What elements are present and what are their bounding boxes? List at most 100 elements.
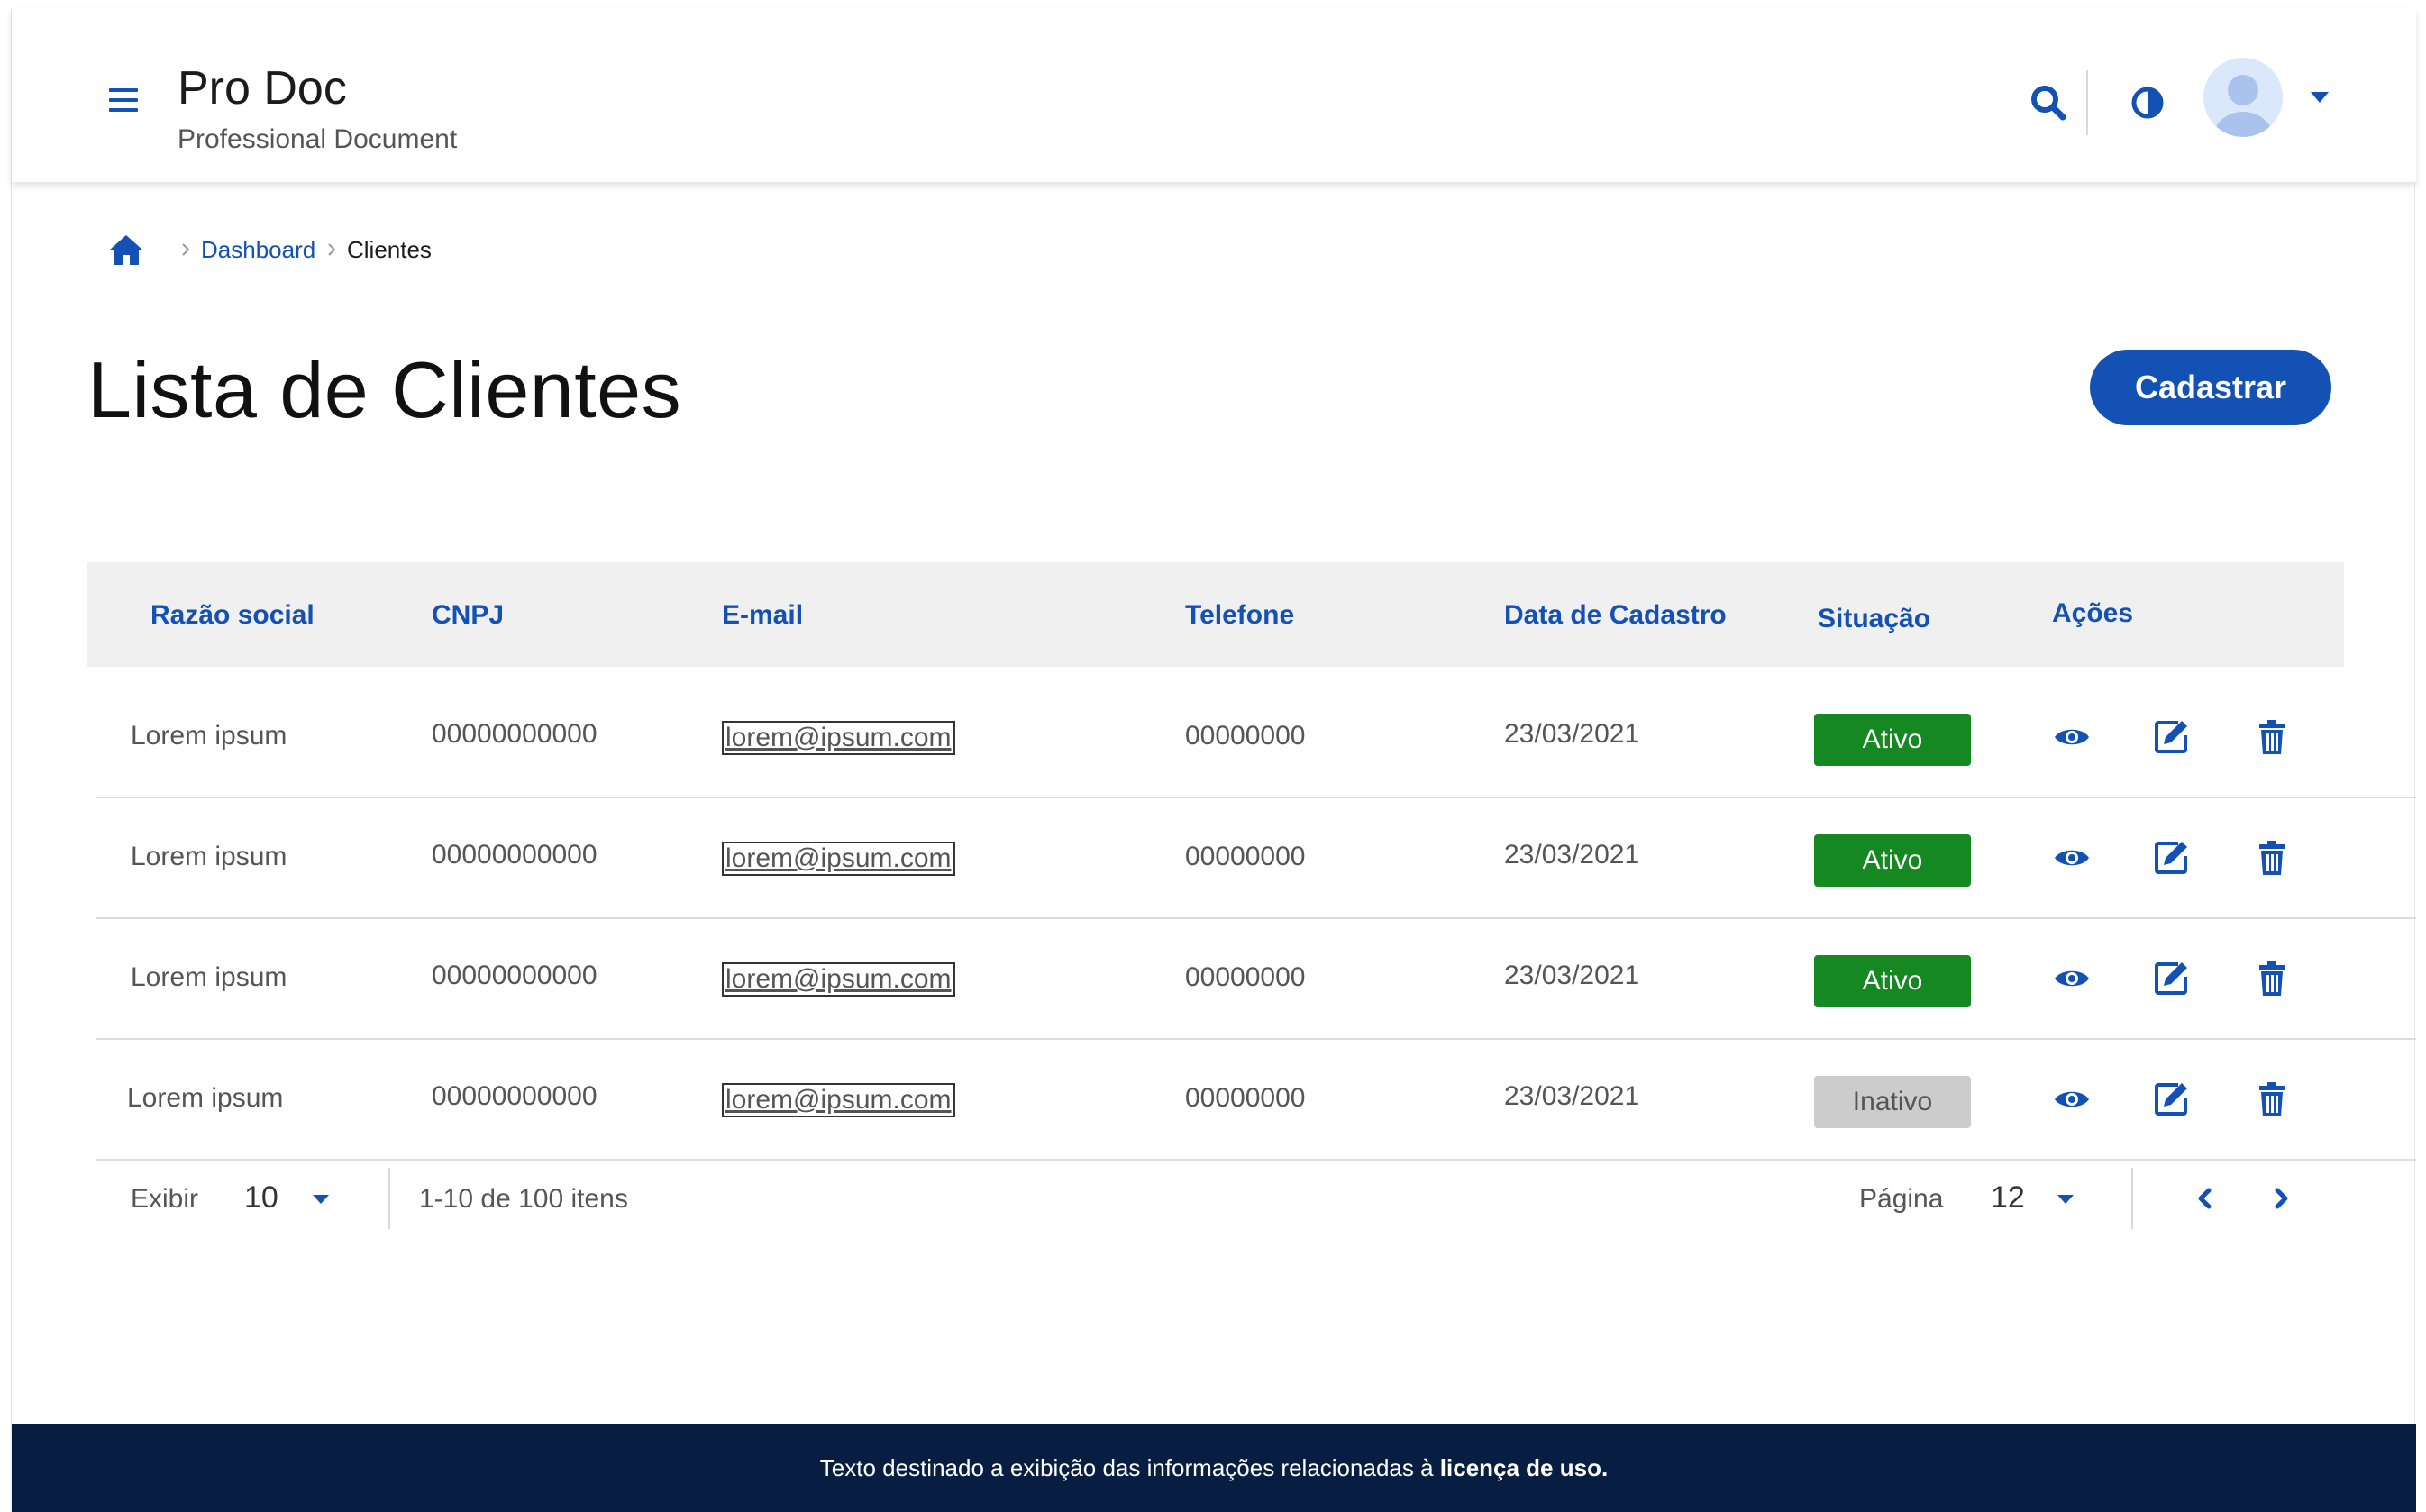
column-header-razao-social[interactable]: Razão social xyxy=(150,600,315,631)
cell-cnpj: 00000000000 xyxy=(432,1081,597,1111)
delete-button[interactable] xyxy=(2252,959,2292,998)
home-icon xyxy=(110,235,142,265)
eye-icon xyxy=(2055,729,2089,745)
hamburger-icon-line xyxy=(109,108,138,112)
hamburger-icon xyxy=(109,88,138,92)
table-row: Lorem ipsum 00000000000 lorem@ipsum.com 000… xyxy=(87,678,2416,798)
cell-data-cadastro: 23/03/2021 xyxy=(1504,1081,1640,1111)
cadastrar-button[interactable]: Cadastrar xyxy=(2090,350,2331,425)
search-icon xyxy=(2031,86,2066,121)
hamburger-icon-line xyxy=(109,98,138,102)
page-size-label: Exibir xyxy=(131,1184,199,1214)
column-header-data-cadastro[interactable]: Data de Cadastro xyxy=(1504,600,1727,631)
eye-icon xyxy=(2055,970,2089,987)
cell-razao-social: Lorem ipsum xyxy=(127,1083,284,1113)
app-subtitle: Professional Document xyxy=(178,124,458,154)
avatar-menu-toggle[interactable] xyxy=(2308,90,2331,105)
cell-cnpj: 00000000000 xyxy=(432,840,597,870)
cell-data-cadastro: 23/03/2021 xyxy=(1504,840,1640,870)
cell-email-link[interactable]: lorem@ipsum.com xyxy=(722,962,955,997)
view-button[interactable] xyxy=(2052,838,2092,878)
edit-button[interactable] xyxy=(2151,1079,2191,1119)
footer-text: Texto destinado a exibição das informaçõ… xyxy=(819,1454,1434,1481)
page-title: Lista de Clientes xyxy=(87,345,682,434)
edit-icon xyxy=(2155,962,2187,995)
delete-button[interactable] xyxy=(2252,1079,2292,1119)
trash-icon xyxy=(2259,720,2285,754)
cell-razao-social: Lorem ipsum xyxy=(131,842,287,871)
edit-icon xyxy=(2155,1083,2187,1116)
caret-down-icon xyxy=(2311,92,2329,103)
menu-button[interactable] xyxy=(109,88,140,114)
cell-cnpj: 00000000000 xyxy=(432,719,597,749)
avatar[interactable] xyxy=(2203,58,2283,137)
pagination-divider xyxy=(2131,1168,2133,1229)
cell-data-cadastro: 23/03/2021 xyxy=(1504,719,1640,749)
chevron-right-icon xyxy=(328,243,336,256)
pagination-divider xyxy=(388,1168,390,1229)
table-header: Razão social CNPJ E-mail Telefone Data d… xyxy=(87,562,2344,667)
view-button[interactable] xyxy=(2052,717,2092,757)
column-header-acoes: Ações xyxy=(2052,598,2134,628)
delete-button[interactable] xyxy=(2252,717,2292,757)
cell-razao-social: Lorem ipsum xyxy=(131,962,287,992)
current-page-value[interactable]: 12 xyxy=(1991,1180,2025,1216)
table-row: Lorem ipsum 00000000000 lorem@ipsum.com 000… xyxy=(87,919,2416,1040)
table-row: Lorem ipsum 00000000000 lorem@ipsum.com 000… xyxy=(87,1040,2416,1161)
page-select-caret-down-icon[interactable] xyxy=(2056,1193,2075,1206)
delete-button[interactable] xyxy=(2252,838,2292,878)
status-badge: Ativo xyxy=(1814,714,1971,766)
cell-data-cadastro: 23/03/2021 xyxy=(1504,961,1640,990)
user-avatar-icon xyxy=(2214,75,2272,137)
column-header-situacao[interactable]: Situação xyxy=(1818,604,1930,634)
edit-button[interactable] xyxy=(2151,959,2191,998)
column-header-telefone[interactable]: Telefone xyxy=(1185,600,1294,631)
page-label: Página xyxy=(1859,1184,1944,1214)
cell-telefone: 00000000 xyxy=(1185,1083,1306,1113)
edit-icon xyxy=(2155,721,2187,753)
breadcrumb-home[interactable] xyxy=(107,232,145,267)
edit-icon xyxy=(2155,842,2187,874)
cell-telefone: 00000000 xyxy=(1185,721,1306,751)
status-badge: Inativo xyxy=(1814,1076,1971,1128)
eye-icon xyxy=(2055,850,2089,866)
app-header: Pro Doc Professional Document xyxy=(12,9,2416,182)
cell-email-link[interactable]: lorem@ipsum.com xyxy=(722,842,955,876)
contrast-icon xyxy=(2131,87,2164,119)
cell-email-link[interactable]: lorem@ipsum.com xyxy=(722,1083,955,1117)
footer: Texto destinado a exibição das informaçõ… xyxy=(12,1424,2416,1512)
page-size-value[interactable]: 10 xyxy=(244,1180,278,1216)
breadcrumb-dashboard-link[interactable]: Dashboard xyxy=(201,236,315,264)
eye-icon xyxy=(2055,1091,2089,1107)
pagination: Exibir 10 1-10 de 100 itens Página 12 xyxy=(87,1155,2344,1242)
status-badge: Ativo xyxy=(1814,834,1971,887)
footer-license-link[interactable]: licença de uso. xyxy=(1440,1454,1608,1481)
header-divider xyxy=(2086,70,2088,135)
view-button[interactable] xyxy=(2052,1079,2092,1119)
column-header-cnpj[interactable]: CNPJ xyxy=(432,600,504,631)
previous-page-icon[interactable] xyxy=(2191,1184,2220,1213)
column-header-email[interactable]: E-mail xyxy=(722,600,803,631)
cell-telefone: 00000000 xyxy=(1185,842,1306,871)
trash-icon xyxy=(2259,1082,2285,1116)
cell-telefone: 00000000 xyxy=(1185,962,1306,992)
trash-icon xyxy=(2259,961,2285,996)
search-button[interactable] xyxy=(2027,81,2072,126)
edit-button[interactable] xyxy=(2151,838,2191,878)
breadcrumb-current: Clientes xyxy=(347,236,432,263)
contrast-button[interactable] xyxy=(2128,83,2167,123)
cell-email-link[interactable]: lorem@ipsum.com xyxy=(722,721,955,755)
edit-button[interactable] xyxy=(2151,717,2191,757)
chevron-right-icon xyxy=(182,243,190,256)
page-size-caret-down-icon[interactable] xyxy=(311,1193,331,1206)
items-range: 1-10 de 100 itens xyxy=(419,1184,628,1214)
cell-razao-social: Lorem ipsum xyxy=(131,721,287,751)
view-button[interactable] xyxy=(2052,959,2092,998)
table-row: Lorem ipsum 00000000000 lorem@ipsum.com 000… xyxy=(87,798,2416,919)
trash-icon xyxy=(2259,841,2285,875)
status-badge: Ativo xyxy=(1814,955,1971,1007)
app-frame: Pro Doc Professional Document Dashboard … xyxy=(11,9,2416,1512)
app-title: Pro Doc xyxy=(178,62,347,114)
next-page-icon[interactable] xyxy=(2266,1184,2295,1213)
cell-cnpj: 00000000000 xyxy=(432,961,597,990)
